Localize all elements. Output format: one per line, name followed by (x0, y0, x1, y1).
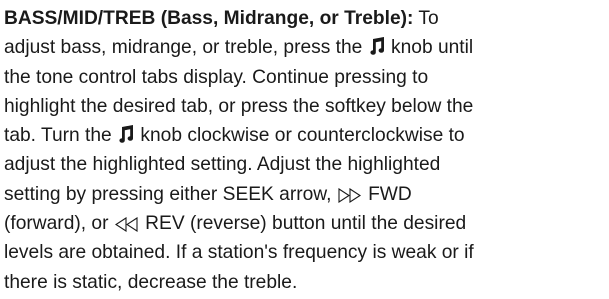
text-line-3: the tone control tabs display. Continue … (4, 63, 607, 92)
text-segment: (forward), or (4, 213, 114, 235)
text-line-4: highlight the desired tab, or press the … (4, 92, 607, 121)
text-line-7: setting by pressing either SEEK arrow, F… (4, 180, 607, 209)
manual-paragraph: BASS/MID/TREB (Bass, Midrange, or Treble… (4, 4, 607, 297)
music-note-icon (369, 37, 385, 56)
term-heading: BASS/MID/TREB (Bass, Midrange, or Treble… (4, 8, 414, 29)
text-segment: To (413, 8, 439, 29)
text-line-8: (forward), or REV (reverse) button until… (4, 209, 607, 238)
text-line-2: adjust bass, midrange, or treble, press … (4, 33, 607, 62)
text-line-6: adjust the highlighted setting. Adjust t… (4, 150, 607, 179)
text-line-10: there is static, decrease the treble. (4, 268, 607, 297)
text-segment: REV (reverse) button until the desired (139, 213, 467, 235)
fast-forward-outline-icon (338, 187, 362, 203)
music-note-icon (118, 125, 134, 144)
text-segment: FWD (362, 183, 412, 205)
text-segment: tab. Turn the (4, 125, 118, 147)
text-segment: levels are obtained. If a station's freq… (4, 242, 474, 264)
text-segment: there is static, decrease the treble. (4, 271, 298, 293)
text-segment: adjust bass, midrange, or treble, press … (4, 37, 368, 59)
text-segment: setting by pressing either SEEK arrow, (4, 183, 337, 205)
text-segment: the tone control tabs display. Continue … (4, 66, 429, 88)
rewind-outline-icon (114, 217, 139, 233)
text-line-5: tab. Turn the knob clockwise or counterc… (4, 121, 607, 150)
text-segment: knob until (385, 37, 474, 59)
text-segment: adjust the highlighted setting. Adjust t… (4, 154, 441, 176)
text-line-1: BASS/MID/TREB (Bass, Midrange, or Treble… (4, 4, 607, 33)
text-segment: knob clockwise or counterclockwise to (135, 125, 465, 147)
text-line-9: levels are obtained. If a station's freq… (4, 238, 607, 267)
text-segment: highlight the desired tab, or press the … (4, 95, 474, 117)
